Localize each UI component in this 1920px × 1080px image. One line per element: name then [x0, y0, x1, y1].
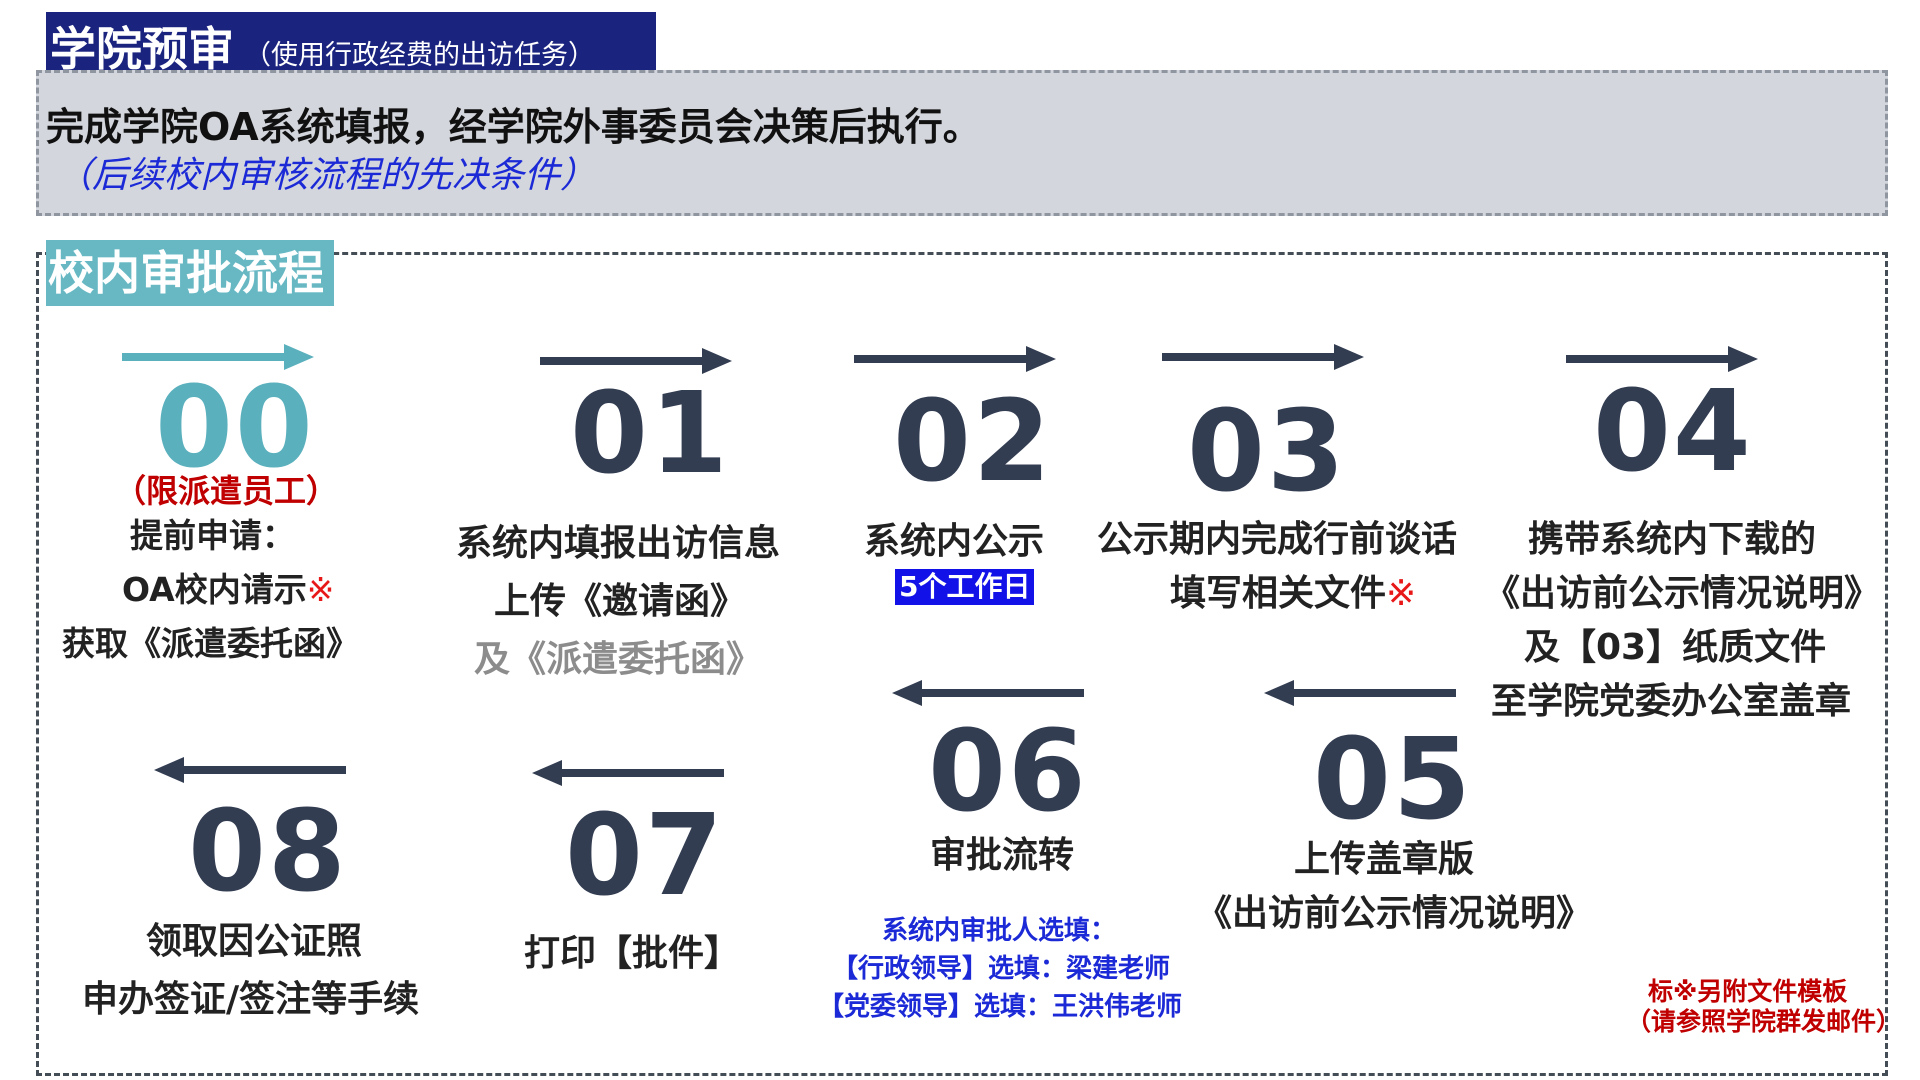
step-02-line1: 系统内公示 [864, 521, 1045, 562]
page-title: 学院预审 [50, 22, 234, 76]
process-title: 校内审批流程 [46, 240, 334, 306]
pre-review-text: 完成学院OA系统填报，经学院外事委员会决策后执行。 [46, 105, 981, 149]
step-number-05: 05 [1313, 715, 1473, 845]
step-01-line1: 系统内填报出访信息 [456, 523, 781, 564]
step-number-08: 08 [188, 787, 348, 917]
footnote-line2: （请参照学院群发邮件） [1626, 1007, 1902, 1036]
step-number-04: 04 [1593, 367, 1753, 497]
duration-badge: 5个工作日 [895, 569, 1035, 605]
step-number-03: 03 [1187, 387, 1347, 517]
step-00-tag: （限派遣员工） [114, 472, 339, 510]
step-number-07: 07 [565, 791, 725, 921]
page-subtitle: （使用行政经费的出访任务） [244, 39, 595, 71]
step-06-line1: 审批流转 [930, 835, 1075, 876]
step-04-line4: 至学院党委办公室盖章 [1491, 681, 1852, 722]
template-mark-icon: ※ [1386, 573, 1417, 614]
template-mark-icon: ※ [306, 570, 335, 609]
step-00-line3: 获取《派遣委托函》 [62, 624, 359, 663]
step-number-02: 02 [893, 377, 1053, 507]
approver-note-admin: 【行政领导】选填：梁建老师 [832, 954, 1171, 984]
pre-review-note: （后续校内审核流程的先决条件） [56, 155, 597, 196]
step-08-line1: 领取因公证照 [146, 921, 363, 962]
step-05-line1: 上传盖章版 [1294, 839, 1475, 880]
step-number-06: 06 [928, 707, 1088, 837]
step-01-line2: 上传《邀请函》 [494, 581, 747, 622]
arrow-left-icon [892, 680, 1084, 706]
step-04-line3: 及【03】纸质文件 [1524, 627, 1827, 668]
step-01-line3: 及《派遣委托函》 [474, 639, 763, 680]
step-04-line2: 《出访前公示情况说明》 [1484, 573, 1881, 614]
arrow-left-icon [154, 757, 346, 783]
step-04-line1: 携带系统内下载的 [1528, 519, 1817, 560]
step-number-01: 01 [570, 369, 730, 499]
approver-note-party: 【党委领导】选填：王洪伟老师 [818, 992, 1183, 1022]
arrow-left-icon [1264, 680, 1456, 706]
step-08-line2: 申办签证/签注等手续 [82, 979, 420, 1020]
step-00-line1: 提前申请： [130, 516, 295, 555]
step-number-00: 00 [155, 363, 315, 493]
arrow-left-icon [532, 760, 724, 786]
arrow-right-icon [1162, 344, 1364, 370]
step-07-line1: 打印【批件】 [524, 933, 741, 974]
step-05-line2: 《出访前公示情况说明》 [1196, 893, 1593, 934]
step-00-line2: OA校内请示※ [122, 570, 335, 609]
page-title-banner: 学院预审 （使用行政经费的出访任务） [46, 12, 656, 78]
step-03-line1: 公示期内完成行前谈话 [1097, 519, 1458, 560]
approver-note-title: 系统内审批人选填： [882, 916, 1117, 946]
step-03-line2: 填写相关文件※ [1170, 573, 1417, 614]
arrow-right-icon [854, 346, 1056, 372]
